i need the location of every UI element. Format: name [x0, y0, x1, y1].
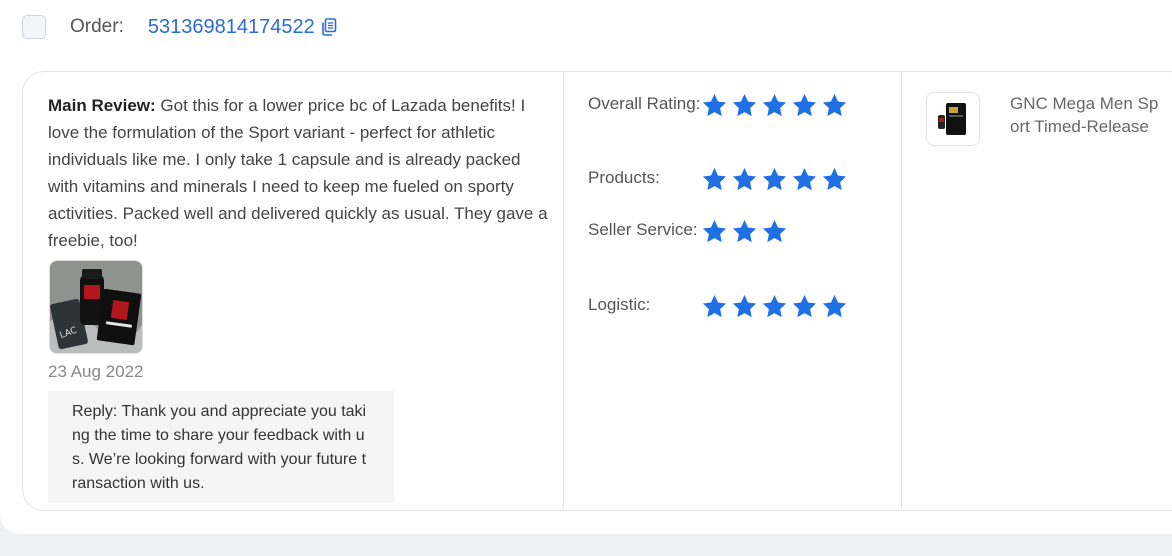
rating-row-seller-service: Seller Service: [588, 218, 791, 245]
rating-row-logistic: Logistic: [588, 293, 851, 320]
star-icon [761, 166, 791, 193]
rating-label-seller-service: Seller Service: [588, 220, 698, 239]
review-column: Main Review: Got this for a lower price … [23, 72, 564, 510]
seller-reply: Reply: Thank you and appreciate you taki… [48, 391, 394, 503]
main-review: Main Review: Got this for a lower price … [48, 92, 553, 254]
product-column: GNC Mega Men Sport Timed-Release [902, 72, 1172, 510]
star-icon [731, 293, 761, 320]
star-icon [761, 92, 791, 119]
star-icon [701, 166, 731, 193]
rating-stars-products [701, 166, 851, 193]
rating-row-products: Products: [588, 166, 851, 193]
rating-stars-logistic [701, 293, 851, 320]
review-card: Main Review: Got this for a lower price … [22, 71, 1172, 511]
rating-stars-seller-service [701, 218, 791, 245]
review-photo[interactable]: LAC [49, 260, 143, 354]
star-icon [701, 293, 731, 320]
rating-row-overall: Overall Rating: [588, 92, 851, 119]
star-icon [731, 92, 761, 119]
star-icon [701, 218, 731, 245]
star-icon [791, 293, 821, 320]
copy-icon[interactable] [321, 18, 337, 36]
order-row: Order: 531369814174522 [22, 14, 337, 40]
order-label: Order: [70, 16, 124, 37]
rating-label-overall: Overall Rating: [588, 94, 701, 113]
rating-label-products: Products: [588, 168, 660, 187]
review-date: 23 Aug 2022 [48, 362, 144, 381]
star-icon [701, 92, 731, 119]
product-thumbnail[interactable] [926, 92, 980, 146]
star-icon [821, 92, 851, 119]
rating-label-logistic: Logistic: [588, 295, 651, 314]
rating-stars-overall [701, 92, 851, 119]
main-review-text: Got this for a lower price bc of Lazada … [48, 96, 548, 250]
star-icon [761, 293, 791, 320]
star-icon [791, 166, 821, 193]
star-icon [731, 218, 761, 245]
ratings-column: Overall Rating: Products: Seller Service… [564, 72, 902, 510]
main-review-label: Main Review: [48, 96, 156, 115]
select-checkbox[interactable] [22, 15, 46, 39]
order-number-link[interactable]: 531369814174522 [148, 16, 315, 39]
star-icon [761, 218, 791, 245]
star-icon [791, 92, 821, 119]
star-icon [731, 166, 761, 193]
product-name-link[interactable]: GNC Mega Men Sport Timed-Release [1010, 92, 1165, 138]
star-icon [821, 166, 851, 193]
star-icon [821, 293, 851, 320]
review-panel: Order: 531369814174522 Main Review: Got … [0, 0, 1172, 534]
